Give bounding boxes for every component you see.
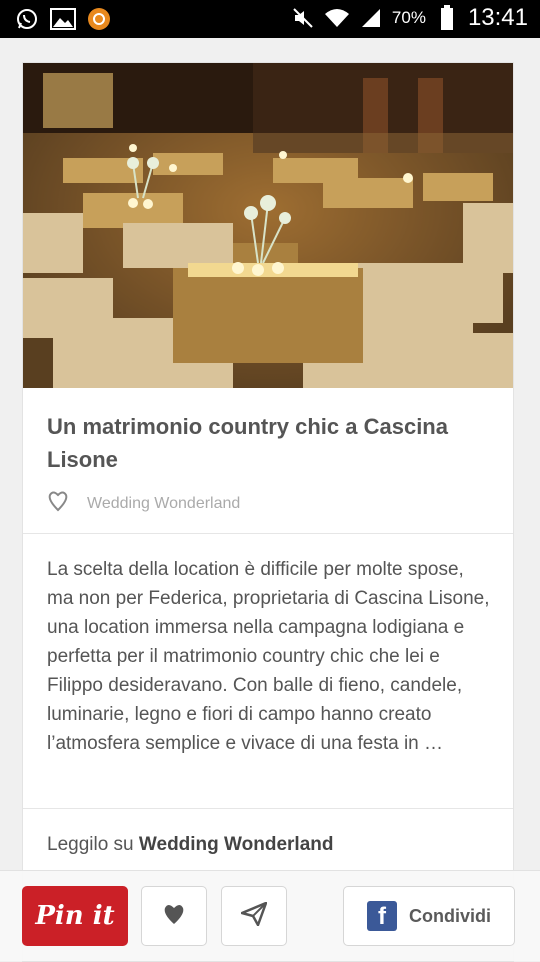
status-bar: 70% 13:41	[0, 0, 540, 38]
article-image[interactable]	[23, 63, 513, 388]
wifi-icon	[324, 5, 350, 31]
source-name[interactable]: Wedding Wonderland	[87, 495, 240, 513]
action-bar: Pin it f Condividi	[0, 870, 540, 961]
heart-outline-icon	[47, 490, 69, 517]
facebook-icon: f	[367, 901, 397, 931]
pin-it-button[interactable]: Pin it	[22, 886, 128, 946]
article-description: La scelta della location è difficile per…	[47, 559, 490, 754]
orange-app-icon	[86, 6, 112, 32]
divider	[23, 808, 513, 809]
heart-icon	[162, 903, 186, 930]
facebook-share-button[interactable]: f Condividi	[343, 886, 515, 946]
read-on-link[interactable]: Leggilo su Wedding Wonderland	[47, 834, 333, 856]
mute-icon	[290, 5, 316, 31]
read-on-prefix: Leggilo su	[47, 834, 134, 855]
battery-percent: 70%	[391, 8, 426, 27]
article-card[interactable]: Un matrimonio country chic a Cascina Lis…	[22, 62, 514, 962]
clock: 13:41	[467, 4, 528, 31]
signal-icon	[358, 5, 384, 31]
battery-icon	[434, 5, 460, 31]
read-on-source: Wedding Wonderland	[138, 834, 334, 855]
send-button[interactable]	[221, 886, 287, 946]
like-button[interactable]	[141, 886, 207, 946]
share-label: Condividi	[409, 905, 491, 926]
send-icon	[240, 901, 268, 931]
source-row[interactable]: Wedding Wonderland	[47, 490, 240, 517]
divider	[23, 533, 513, 534]
gallery-icon	[50, 6, 76, 32]
whatsapp-icon	[14, 6, 40, 32]
article-title[interactable]: Un matrimonio country chic a Cascina Lis…	[47, 410, 487, 476]
